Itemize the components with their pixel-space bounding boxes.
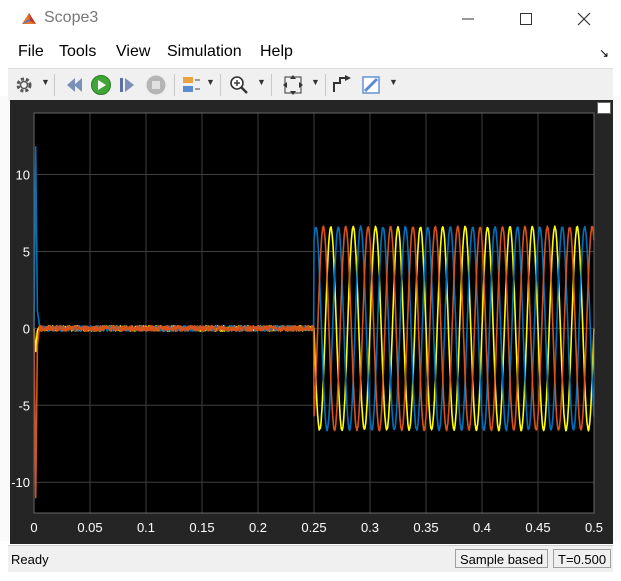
triggers-icon	[183, 77, 200, 92]
zoom-dropdown-icon[interactable]: ▼	[257, 77, 266, 87]
y-axis-ticks: -10 -5 0 5 10	[11, 168, 30, 491]
close-button[interactable]	[566, 6, 602, 32]
step-forward-button[interactable]	[117, 74, 139, 96]
x-tick-label: 0.15	[189, 520, 214, 535]
style-button[interactable]	[360, 74, 382, 96]
y-tick-label: -5	[18, 398, 30, 413]
close-icon	[577, 12, 591, 26]
menu-file[interactable]: File	[18, 43, 44, 61]
fit-to-view-button[interactable]	[282, 74, 304, 96]
undock-arrow-icon[interactable]: ↘	[599, 46, 609, 60]
settings-button[interactable]	[13, 74, 35, 96]
stop-button[interactable]	[145, 74, 167, 96]
x-tick-label: 0.4	[473, 520, 491, 535]
toolbar-separator	[54, 74, 55, 96]
status-text: Ready	[11, 552, 49, 567]
toolbar-separator	[174, 74, 175, 96]
menu-simulation[interactable]: Simulation	[167, 43, 242, 61]
title-bar: Scope3	[0, 0, 621, 36]
style-dropdown-icon[interactable]: ▼	[389, 77, 398, 87]
fit-dropdown-icon[interactable]: ▼	[311, 77, 320, 87]
maximize-button[interactable]	[508, 6, 544, 32]
gear-icon	[16, 77, 32, 93]
menu-tools[interactable]: Tools	[59, 43, 96, 61]
step-back-icon	[67, 78, 82, 92]
settings-dropdown-icon[interactable]: ▼	[41, 77, 50, 87]
minimize-button[interactable]	[450, 6, 486, 32]
x-tick-label: 0.25	[301, 520, 326, 535]
x-tick-label: 0.3	[361, 520, 379, 535]
scope-window: Scope3 File Tools View Simulation Help ↘…	[0, 0, 621, 581]
y-tick-label: -10	[11, 475, 30, 490]
x-tick-label: 0.35	[413, 520, 438, 535]
zoom-icon	[230, 76, 248, 94]
run-icon	[91, 75, 111, 95]
step-back-button[interactable]	[63, 74, 85, 96]
minimize-icon	[462, 18, 474, 20]
status-bar: Ready Sample based T=0.500	[8, 545, 613, 572]
window-title: Scope3	[44, 9, 99, 26]
cursor-measurements-button[interactable]	[331, 74, 353, 96]
style-icon	[362, 76, 380, 94]
triggers-button[interactable]	[180, 74, 202, 96]
menu-bar: File Tools View Simulation Help	[0, 40, 621, 64]
x-tick-label: 0.45	[525, 520, 550, 535]
menu-help[interactable]: Help	[260, 43, 293, 61]
zoom-button[interactable]	[228, 74, 250, 96]
scope-plot[interactable]: 0 0.05 0.1 0.15 0.2 0.25 0.3 0.35 0.4 0.45 0.5 -10…	[10, 100, 613, 544]
y-tick-label: 5	[23, 244, 30, 259]
simulation-time-indicator: T=0.500	[553, 549, 612, 568]
toolbar-separator	[220, 74, 221, 96]
sample-mode-indicator: Sample based	[455, 549, 549, 568]
fit-icon	[283, 75, 303, 95]
maximize-icon	[520, 13, 532, 25]
menu-view[interactable]: View	[116, 43, 150, 61]
x-tick-label: 0.1	[137, 520, 155, 535]
y-tick-label: 10	[16, 168, 30, 183]
toolbar-separator	[325, 74, 326, 96]
toolbar: ▼ ▼ ▼ ▼ ▼	[8, 68, 613, 101]
restore-axes-icon[interactable]	[597, 102, 611, 114]
y-tick-label: 0	[23, 321, 30, 336]
stop-icon	[146, 75, 166, 95]
x-tick-label: 0.2	[249, 520, 267, 535]
toolbar-separator	[271, 74, 272, 96]
scope-display[interactable]: 0 0.05 0.1 0.15 0.2 0.25 0.3 0.35 0.4 0.45 0.5 -10…	[10, 100, 613, 544]
triggers-dropdown-icon[interactable]: ▼	[206, 77, 215, 87]
x-tick-label: 0.05	[77, 520, 102, 535]
x-tick-label: 0.5	[585, 520, 603, 535]
cursor-measure-icon	[333, 75, 351, 92]
x-tick-label: 0	[30, 520, 37, 535]
run-button[interactable]	[90, 74, 112, 96]
step-forward-icon	[120, 78, 134, 92]
x-axis-ticks: 0 0.05 0.1 0.15 0.2 0.25 0.3 0.35 0.4 0.45 0.5	[30, 520, 603, 535]
matlab-logo-icon	[22, 13, 36, 24]
